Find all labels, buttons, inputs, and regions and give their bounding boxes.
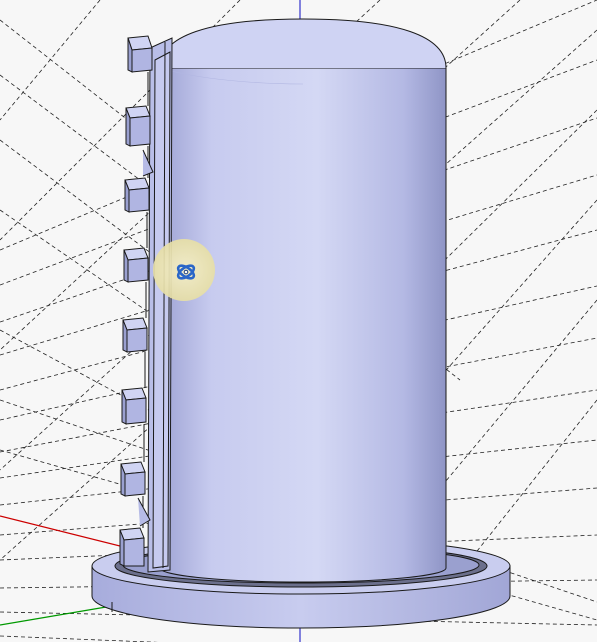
stepped-rail[interactable] xyxy=(119,35,173,573)
cylinder-body[interactable] xyxy=(159,18,447,583)
orbit-icon xyxy=(176,264,196,280)
modeling-viewport[interactable] xyxy=(0,0,597,642)
green-axis xyxy=(0,605,113,626)
3d-scene-canvas[interactable] xyxy=(0,0,597,642)
cylinder-top[interactable] xyxy=(159,18,447,69)
cylinder-side[interactable] xyxy=(159,67,447,583)
cursor-halo xyxy=(153,239,215,301)
orbit-cursor xyxy=(153,239,215,301)
